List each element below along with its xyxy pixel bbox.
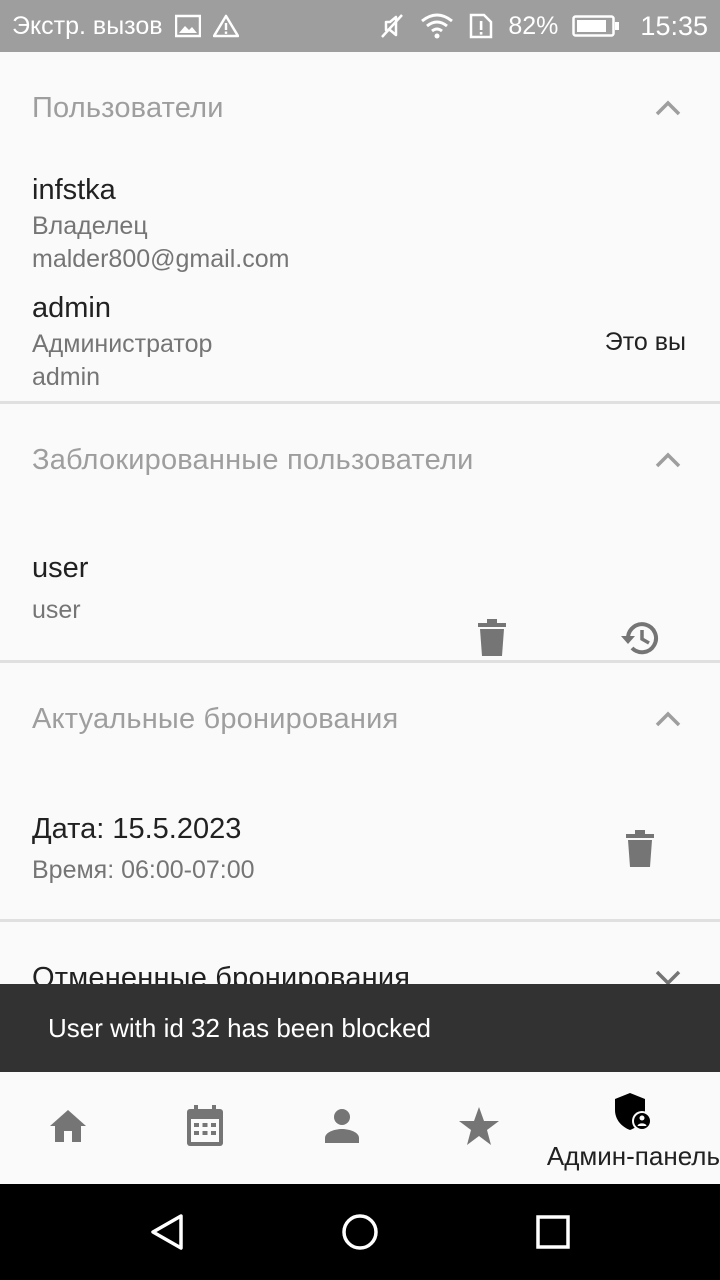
nav-favorites[interactable] (410, 1072, 547, 1184)
calendar-icon (186, 1104, 224, 1152)
user-name: infstka (32, 174, 116, 206)
section-title: Заблокированные пользователи (32, 443, 474, 476)
user-email: malder800@gmail.com (32, 245, 290, 273)
person-icon (324, 1108, 360, 1149)
nav-label: Админ-панель (546, 1141, 720, 1171)
user-role: Владелец (32, 212, 148, 240)
carrier-text: Экстр. вызов (12, 11, 163, 40)
wifi-icon (420, 12, 454, 40)
gallery-icon (174, 14, 201, 38)
nav-calendar[interactable] (137, 1072, 274, 1184)
chevron-down-icon[interactable] (648, 958, 688, 984)
booking-time: Время: 06:00-07:00 (32, 856, 255, 884)
users-section-header[interactable]: Пользователи (32, 78, 688, 138)
status-bar: Экстр. вызов 82% 15:35 (0, 0, 720, 52)
admin-content: Пользователи infstka Владелец malder800@… (0, 52, 720, 984)
user-email: admin (32, 363, 101, 391)
snackbar: User with id 32 has been blocked (0, 984, 720, 1072)
section-title: Пользователи (32, 91, 224, 124)
cancelled-section: Отмененные бронирования (0, 922, 720, 984)
cancelled-section-header[interactable]: Отмененные бронирования (32, 948, 688, 984)
warning-icon (212, 14, 239, 38)
back-icon[interactable] (137, 1202, 197, 1262)
mute-icon (378, 12, 406, 40)
blocked-user-email: user (32, 596, 81, 624)
delete-button[interactable] (612, 821, 668, 877)
sim-alert-icon (468, 12, 494, 40)
booking-date: Дата: 15.5.2023 (32, 813, 242, 845)
users-section: Пользователи infstka Владелец malder800@… (0, 52, 720, 404)
chevron-up-icon[interactable] (648, 699, 688, 739)
section-title: Актуальные бронирования (32, 702, 399, 735)
home-circle-icon[interactable] (330, 1202, 390, 1262)
user-name: admin (32, 292, 111, 324)
blocked-section-header[interactable]: Заблокированные пользователи (32, 430, 688, 490)
section-title: Отмененные бронирования (32, 961, 411, 985)
star-icon (458, 1106, 500, 1151)
current-user-note: Это вы (604, 328, 686, 356)
battery-percent: 82% (508, 11, 559, 40)
bottom-navigation: Админ-панель (0, 1072, 720, 1184)
delete-button[interactable] (464, 610, 520, 666)
clock: 15:35 (640, 10, 708, 41)
home-icon (48, 1108, 88, 1149)
restore-history-icon[interactable] (612, 610, 668, 666)
blocked-user-name: user (32, 552, 89, 584)
admin-shield-icon (613, 1092, 653, 1137)
chevron-up-icon[interactable] (648, 88, 688, 128)
recents-square-icon[interactable] (523, 1202, 583, 1262)
bookings-section: Актуальные бронирования Дата: 15.5.2023 … (0, 663, 720, 921)
system-navigation-bar (0, 1184, 720, 1280)
blocked-section: Заблокированные пользователи user user (0, 404, 720, 662)
bookings-section-header[interactable]: Актуальные бронирования (32, 689, 688, 749)
nav-profile[interactable] (273, 1072, 410, 1184)
nav-admin-panel[interactable]: Админ-панель (547, 1072, 720, 1184)
chevron-up-icon[interactable] (648, 440, 688, 480)
nav-home[interactable] (0, 1072, 137, 1184)
snackbar-message: User with id 32 has been blocked (48, 1012, 432, 1043)
battery-icon (572, 14, 620, 38)
user-role: Администратор (32, 330, 213, 358)
